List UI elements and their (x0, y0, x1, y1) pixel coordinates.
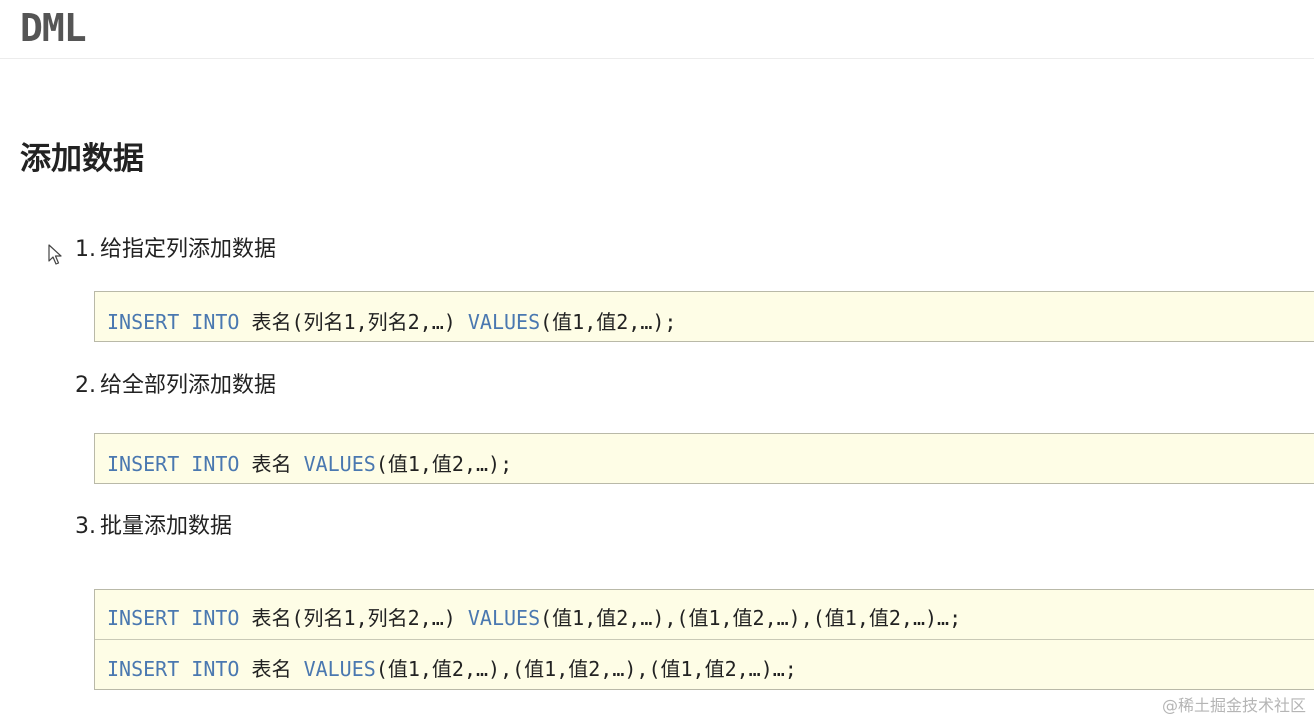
sql-keyword: INSERT (107, 657, 180, 681)
sql-keyword: INSERT (107, 452, 180, 476)
sql-keyword: INSERT (107, 606, 180, 630)
code-line: INSERT INTO 表名(列名1,列名2,…) VALUES(值1,值2,…… (107, 308, 676, 336)
code-text: 表名 (251, 657, 292, 681)
code-block-insert-all: INSERT INTO 表名 VALUES(值1,值2,…); (94, 433, 1314, 484)
sql-keyword: VALUES (303, 452, 376, 476)
code-text: 表名(列名1,列名2,…) (251, 310, 456, 334)
step-label: 批量添加数据 (100, 514, 233, 539)
code-block-insert-columns: INSERT INTO 表名(列名1,列名2,…) VALUES(值1,值2,…… (94, 291, 1314, 342)
sql-keyword: INTO (191, 657, 240, 681)
code-line-divider (95, 639, 1314, 640)
code-text: (值1,值2,…); (540, 310, 677, 334)
code-text: 表名(列名1,列名2,…) (251, 606, 456, 630)
code-line: INSERT INTO 表名 VALUES(值1,值2,…); (107, 450, 512, 478)
list-item-step-2: 2. 给全部列添加数据 (75, 371, 276, 401)
sql-keyword: INSERT (107, 310, 180, 334)
step-label: 给指定列添加数据 (100, 237, 277, 262)
list-item-step-3: 3. 批量添加数据 (75, 512, 232, 542)
code-text: 表名 (251, 452, 292, 476)
code-line: INSERT INTO 表名(列名1,列名2,…) VALUES(值1,值2,…… (107, 604, 961, 632)
step-number: 2. (75, 373, 96, 398)
document-title: DML (20, 6, 87, 50)
sql-keyword: VALUES (303, 657, 376, 681)
watermark: @稀土掘金技术社区 (1161, 696, 1306, 715)
sql-keyword: INTO (191, 452, 240, 476)
step-number: 1. (75, 237, 96, 262)
section-heading: 添加数据 (20, 141, 144, 177)
code-text: (值1,值2,…); (375, 452, 513, 476)
step-label: 给全部列添加数据 (100, 373, 277, 398)
code-line: INSERT INTO 表名 VALUES(值1,值2,…),(值1,值2,…)… (107, 655, 797, 683)
step-number: 3. (75, 514, 96, 539)
mouse-pointer-icon (48, 244, 62, 265)
sql-keyword: VALUES (467, 606, 541, 630)
code-text: (值1,值2,…),(值1,值2,…),(值1,值2,…)…; (375, 657, 797, 681)
sql-keyword: INTO (191, 310, 240, 334)
code-block-batch-insert: INSERT INTO 表名(列名1,列名2,…) VALUES(值1,值2,…… (94, 589, 1314, 690)
sql-keyword: INTO (191, 606, 240, 630)
code-text: (值1,值2,…),(值1,值2,…),(值1,值2,…)…; (540, 606, 962, 630)
list-item-step-1: 1. 给指定列添加数据 (75, 235, 276, 265)
sql-keyword: VALUES (467, 310, 541, 334)
title-divider (0, 58, 1314, 59)
